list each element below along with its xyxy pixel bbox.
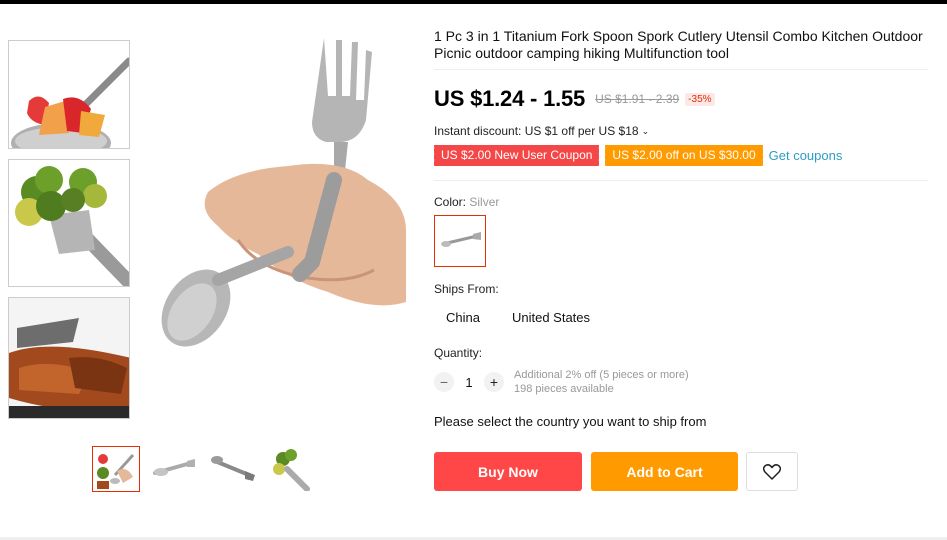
image-broccoli-on-fork[interactable] — [8, 159, 130, 287]
heart-icon — [763, 463, 781, 480]
color-selected: Silver — [469, 195, 500, 209]
discount-badge: -35% — [685, 92, 715, 106]
product-title: 1 Pc 3 in 1 Titanium Fork Spoon Spork Cu… — [434, 28, 923, 61]
ships-from-label: Ships From: — [434, 282, 499, 296]
thumbnail-column — [8, 40, 132, 429]
select-country-message: Please select the country you want to sh… — [434, 414, 707, 429]
mini-thumbnail-3[interactable] — [208, 446, 256, 492]
color-label-text: Color: — [434, 195, 467, 209]
instant-discount-text: Instant discount: US $1 off per US $18 — [434, 124, 639, 138]
store-coupon[interactable]: US $2.00 off on US $30.00 — [603, 145, 765, 166]
quantity-label: Quantity: — [434, 346, 483, 360]
mini-thumbnail-4[interactable] — [266, 446, 314, 492]
mini-thumbnail-row — [92, 446, 314, 492]
price-row: US $1.24 - 1.55 US $1.91 - 2.39 -35% — [434, 86, 715, 112]
mini-thumbnail-1[interactable] — [92, 446, 140, 492]
mini-thumbnail-2[interactable] — [150, 446, 198, 492]
main-product-image[interactable] — [138, 30, 406, 432]
coupon-row: US $2.00 New User Coupon US $2.00 off on… — [431, 145, 843, 166]
color-label: Color: Silver — [434, 195, 499, 209]
color-swatch-silver[interactable] — [434, 215, 486, 267]
divider — [434, 180, 928, 181]
wishlist-button[interactable] — [746, 452, 798, 491]
quantity-value[interactable]: 1 — [454, 375, 484, 390]
quantity-stepper: − 1 + Additional 2% off (5 pieces or mor… — [434, 368, 689, 396]
divider — [434, 69, 928, 70]
ships-from-options: China United States — [434, 306, 610, 329]
image-meat-on-fork[interactable] — [8, 297, 130, 419]
price: US $1.24 - 1.55 — [434, 86, 586, 111]
instant-discount[interactable]: Instant discount: US $1 off per US $18 ⌄ — [434, 124, 649, 138]
add-to-cart-button[interactable]: Add to Cart — [591, 452, 738, 491]
original-price: US $1.91 - 2.39 — [595, 92, 680, 106]
image-fruit-on-spork[interactable] — [8, 40, 130, 149]
ship-option-china[interactable]: China — [434, 306, 492, 329]
ship-option-united-states[interactable]: United States — [500, 306, 602, 329]
new-user-coupon[interactable]: US $2.00 New User Coupon — [431, 145, 602, 166]
bulk-discount-note: Additional 2% off (5 pieces or more) — [514, 369, 689, 381]
quantity-info: Additional 2% off (5 pieces or more) 198… — [514, 368, 689, 396]
pieces-available: 198 pieces available — [514, 383, 614, 395]
top-bar — [0, 0, 947, 4]
get-coupons-link[interactable]: Get coupons — [769, 148, 843, 163]
buy-now-button[interactable]: Buy Now — [434, 452, 582, 491]
quantity-plus-button[interactable]: + — [484, 372, 504, 392]
chevron-down-icon: ⌄ — [641, 125, 650, 136]
quantity-minus-button[interactable]: − — [434, 372, 454, 392]
